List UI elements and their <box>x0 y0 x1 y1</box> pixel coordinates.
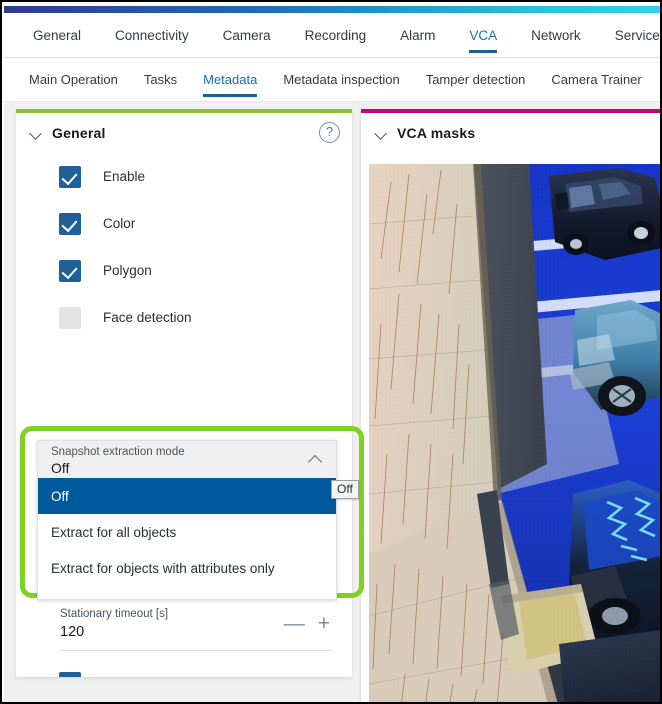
tab-label: Recording <box>305 28 367 43</box>
checkbox-label: Color <box>103 216 135 231</box>
vca-masks-header: VCA masks <box>361 113 662 153</box>
tab-label: Connectivity <box>115 28 189 43</box>
checkbox-row-face-detection[interactable]: Face detection <box>16 294 352 341</box>
subtab-label: Main Operation <box>29 72 118 87</box>
tab-label: VCA <box>469 28 497 43</box>
option-label: Extract for all objects <box>51 525 176 540</box>
video-frame <box>369 164 662 704</box>
subtab-label: Tamper detection <box>426 72 526 87</box>
tab-connectivity[interactable]: Connectivity <box>98 13 206 57</box>
option-label: Off <box>51 489 69 504</box>
checkbox-row-enable[interactable]: Enable <box>16 153 352 200</box>
checkbox-row-started-stopped-event[interactable]: Started / stopped event <box>16 659 352 677</box>
subtab-main-operation[interactable]: Main Operation <box>16 58 131 101</box>
select-option-extract-all-objects[interactable]: Extract for all objects <box>38 514 336 550</box>
tab-label: Alarm <box>400 28 435 43</box>
tab-network[interactable]: Network <box>514 13 598 57</box>
checkbox-started-stopped-event[interactable] <box>59 672 81 678</box>
camera-video-preview[interactable] <box>369 164 662 704</box>
checkbox-row-polygon[interactable]: Polygon <box>16 247 352 294</box>
select-field-label: Snapshot extraction mode <box>51 445 326 459</box>
snapshot-extraction-mode-select[interactable]: Snapshot extraction mode Off Off Extract… <box>37 440 337 600</box>
tab-label: General <box>33 28 81 43</box>
tab-label: Network <box>531 28 581 43</box>
select-options-list: Off Extract for all objects Extract for … <box>37 478 337 600</box>
subtab-label: Metadata <box>203 72 257 87</box>
subtab-camera-trainer[interactable]: Camera Trainer <box>538 58 654 101</box>
select-option-off[interactable]: Off <box>38 478 336 514</box>
chevron-down-icon[interactable] <box>375 127 388 140</box>
tab-general[interactable]: General <box>16 13 98 57</box>
checkbox-label: Polygon <box>103 263 152 278</box>
subtab-label: Metadata inspection <box>283 72 399 87</box>
select-current-value: Off <box>51 459 326 477</box>
application-window: General Connectivity Camera Recording Al… <box>0 0 662 704</box>
subtab-tamper-detection[interactable]: Tamper detection <box>413 58 539 101</box>
chevron-up-icon[interactable] <box>309 454 323 464</box>
value-tooltip: Off <box>331 480 359 499</box>
tab-service[interactable]: Service <box>598 13 662 57</box>
vca-masks-panel: VCA masks <box>361 109 662 704</box>
subtab-label: Tasks <box>144 72 177 87</box>
sub-tab-bar: Main Operation Tasks Metadata Metadata i… <box>4 58 662 102</box>
stationary-timeout-field[interactable]: Stationary timeout [s] 120 — + <box>60 607 332 651</box>
subtab-metadata-inspection[interactable]: Metadata inspection <box>270 58 412 101</box>
page-title: General <box>52 125 106 141</box>
tab-vca[interactable]: VCA <box>452 13 514 57</box>
chevron-down-icon[interactable] <box>30 127 43 140</box>
subtab-metadata[interactable]: Metadata <box>190 58 270 101</box>
checkbox-label: Started / stopped event <box>103 675 243 677</box>
main-tab-bar: General Connectivity Camera Recording Al… <box>4 13 662 58</box>
brand-gradient-bar <box>4 6 662 13</box>
vca-masks-title: VCA masks <box>397 125 475 141</box>
tab-alarm[interactable]: Alarm <box>383 13 452 57</box>
page-content: ? General ? Enable Color Polygon <box>4 102 662 704</box>
checkbox-enable[interactable] <box>59 166 81 188</box>
checkbox-row-color[interactable]: Color <box>16 200 352 247</box>
tab-label: Camera <box>223 28 271 43</box>
select-list-padding <box>38 586 336 599</box>
select-header[interactable]: Snapshot extraction mode Off <box>37 440 337 478</box>
checkbox-face-detection[interactable] <box>59 307 81 329</box>
subtab-tasks[interactable]: Tasks <box>131 58 190 101</box>
checkbox-color[interactable] <box>59 213 81 235</box>
help-icon[interactable]: ? <box>319 122 340 143</box>
select-option-extract-objects-with-attributes[interactable]: Extract for objects with attributes only <box>38 550 336 586</box>
quantity-stepper: — + <box>284 615 330 633</box>
stepper-decrement-button[interactable]: — <box>284 615 305 633</box>
checkbox-label: Face detection <box>103 310 192 325</box>
checkbox-label: Enable <box>103 169 145 184</box>
subtab-label: Camera Trainer <box>551 72 641 87</box>
option-label: Extract for objects with attributes only <box>51 561 275 576</box>
general-panel-header: General ? <box>16 113 352 153</box>
checkbox-polygon[interactable] <box>59 260 81 282</box>
tab-recording[interactable]: Recording <box>288 13 384 57</box>
tab-camera[interactable]: Camera <box>206 13 288 57</box>
tab-label: Service <box>615 28 660 43</box>
stepper-increment-button[interactable]: + <box>318 615 330 633</box>
